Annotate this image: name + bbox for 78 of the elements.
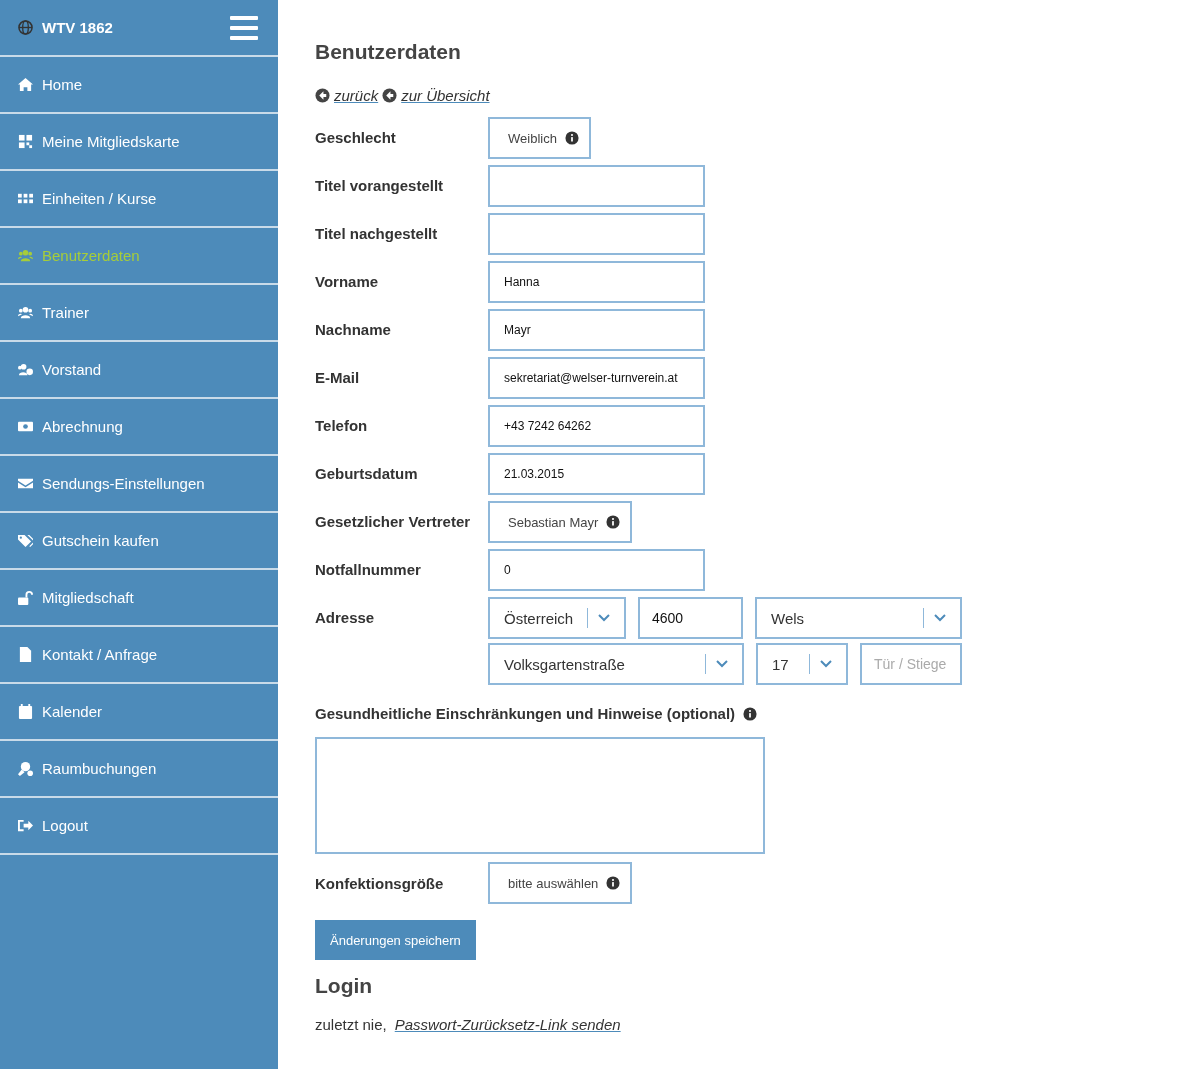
back-link[interactable]: zurück xyxy=(334,86,379,104)
grid-icon xyxy=(18,191,33,206)
chevron-down-icon xyxy=(820,660,832,668)
sidebar-item[interactable]: Home xyxy=(0,57,278,114)
unlock-icon xyxy=(18,590,33,605)
save-button[interactable]: Änderungen speichern xyxy=(315,920,476,960)
qr-code-icon xyxy=(18,134,33,149)
chevron-down-icon xyxy=(934,614,946,622)
field-label: Adresse xyxy=(315,608,376,628)
brand-title: WTV 1862 xyxy=(42,19,113,36)
input-field[interactable]: 4600 xyxy=(638,597,743,639)
info-icon xyxy=(606,515,621,529)
sidebar-item[interactable]: Trainer xyxy=(0,285,278,342)
arrow-left-circle-icon xyxy=(382,87,398,103)
field-label: Geburtsdatum xyxy=(315,464,419,484)
tags-icon xyxy=(18,533,33,548)
sidebar-item[interactable]: Kontakt / Anfrage xyxy=(0,627,278,684)
info-icon xyxy=(564,131,579,145)
chevron-down-icon xyxy=(716,660,728,668)
field-label: Telefon xyxy=(315,416,369,436)
input-field[interactable]: Mayr xyxy=(488,309,705,351)
sidebar-item[interactable]: Sendungs-Einstellungen xyxy=(0,456,278,513)
input-field[interactable]: Hanna xyxy=(488,261,705,303)
field-label: Titel vorangestellt xyxy=(315,176,445,196)
info-icon xyxy=(743,706,758,721)
sidebar-item[interactable]: Meine Mitgliedskarte xyxy=(0,114,278,171)
banknote-icon xyxy=(18,419,33,434)
dropdown[interactable]: 17 xyxy=(756,643,848,685)
field-label: E-Mail xyxy=(315,368,361,388)
field-label: Nachname xyxy=(315,320,392,340)
reset-link[interactable]: Passwort-Zurücksetz-Link senden xyxy=(392,1016,623,1033)
dropdown[interactable]: Volksgartenstraße xyxy=(488,643,744,685)
select-button[interactable]: Weiblich xyxy=(488,117,591,159)
field-label: Konfektionsgröße xyxy=(315,874,445,894)
field-label: Gesetzlicher Vertreter xyxy=(315,512,472,532)
sidebar-item[interactable]: Raumbuchungen xyxy=(0,741,278,798)
sidebar-item[interactable]: Mitgliedschaft xyxy=(0,570,278,627)
field-label: Vorname xyxy=(315,272,380,292)
field-label: Gesundheitliche Einschränkungen und Hinweise (optional) xyxy=(315,705,736,722)
input-field[interactable]: sekretariat@welser-turnverein.at xyxy=(488,357,705,399)
dropdown[interactable]: Österreich xyxy=(488,597,626,639)
select-button[interactable]: bitte auswählen xyxy=(488,862,633,904)
input-field[interactable]: Tür / Stiege xyxy=(860,643,962,685)
arrow-left-circle-icon xyxy=(315,87,330,103)
sidebar-item[interactable]: Gutschein kaufen xyxy=(0,513,278,570)
field-label: Notfallnummer xyxy=(315,560,422,580)
input-field[interactable]: 21.03.2015 xyxy=(488,453,705,495)
back-link[interactable]: zur Übersicht xyxy=(401,86,490,104)
sidebar-item[interactable]: Vorstand xyxy=(0,342,278,399)
status-text: zuletzt nie, xyxy=(315,1016,387,1033)
document-icon xyxy=(18,647,33,662)
field-label: Titel nachgestellt xyxy=(315,224,439,244)
table-tennis-icon xyxy=(18,761,33,776)
users-icon xyxy=(18,305,33,320)
sidebar-item[interactable]: Logout xyxy=(0,798,278,855)
chevron-down-icon xyxy=(598,614,610,622)
house-icon xyxy=(18,77,33,92)
input-field[interactable]: 0 xyxy=(488,549,705,591)
select-button[interactable]: Sebastian Mayr xyxy=(488,501,633,543)
envelope-icon xyxy=(18,476,33,491)
menu-icon xyxy=(230,15,258,40)
sidebar-item[interactable]: Abrechnung xyxy=(0,399,278,456)
input-field[interactable] xyxy=(488,213,705,255)
section-title: Login xyxy=(315,974,374,998)
calendar-icon xyxy=(18,704,33,719)
sidebar-item[interactable]: Kalender xyxy=(0,684,278,741)
users-icon xyxy=(18,248,33,263)
dropdown[interactable]: Wels xyxy=(755,597,962,639)
users-gear-icon xyxy=(18,362,33,377)
info-icon xyxy=(606,876,621,890)
sign-out-icon xyxy=(18,818,33,833)
page-title: Benutzerdaten xyxy=(315,40,462,65)
globe-icon xyxy=(18,20,33,35)
input-field[interactable]: +43 7242 64262 xyxy=(488,405,705,447)
field-label: Geschlecht xyxy=(315,128,397,148)
sidebar-item[interactable]: Einheiten / Kurse xyxy=(0,171,278,228)
input-field[interactable] xyxy=(488,165,705,207)
text-area[interactable] xyxy=(315,737,765,854)
